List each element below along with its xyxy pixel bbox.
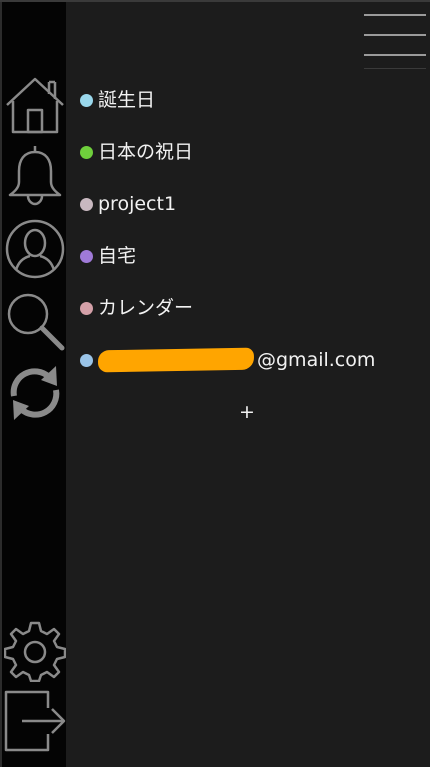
menu-bar bbox=[364, 14, 426, 16]
hamburger-menu-button[interactable] bbox=[364, 10, 426, 68]
calendar-item[interactable]: project1 bbox=[80, 178, 420, 230]
calendar-item[interactable]: 誕生日 bbox=[80, 74, 420, 126]
sidebar-rail bbox=[0, 2, 66, 767]
menu-bar bbox=[364, 34, 426, 36]
calendar-item[interactable]: 日本の祝日 bbox=[80, 126, 420, 178]
calendar-item-account[interactable]: @gmail.com bbox=[80, 334, 420, 386]
add-calendar-button[interactable]: + bbox=[236, 400, 258, 424]
calendar-label: @gmail.com bbox=[257, 349, 376, 371]
calendar-color-dot bbox=[80, 93, 93, 107]
home-icon[interactable] bbox=[4, 74, 66, 136]
gear-icon[interactable] bbox=[4, 620, 66, 682]
bell-icon[interactable] bbox=[4, 144, 66, 206]
profile-icon[interactable] bbox=[4, 218, 66, 280]
calendar-color-dot bbox=[80, 301, 93, 315]
calendar-label: 自宅 bbox=[98, 245, 137, 267]
menu-divider bbox=[364, 68, 426, 69]
calendar-label: カレンダー bbox=[98, 297, 194, 319]
calendar-label: 日本の祝日 bbox=[98, 141, 194, 163]
calendar-item[interactable]: カレンダー bbox=[80, 282, 420, 334]
calendar-drawer: 誕生日 日本の祝日 project1 自宅 カレンダー @gmail.com + bbox=[0, 0, 430, 767]
menu-bar bbox=[364, 54, 426, 56]
calendar-color-dot bbox=[80, 145, 93, 159]
calendar-color-dot bbox=[80, 353, 93, 367]
redaction-mark bbox=[97, 347, 255, 373]
calendar-item[interactable]: 自宅 bbox=[80, 230, 420, 282]
logout-icon[interactable] bbox=[4, 690, 66, 752]
sync-icon[interactable] bbox=[4, 362, 66, 424]
calendar-list: 誕生日 日本の祝日 project1 自宅 カレンダー @gmail.com bbox=[80, 74, 420, 386]
search-icon[interactable] bbox=[4, 290, 66, 352]
calendar-color-dot bbox=[80, 249, 93, 263]
calendar-label: project1 bbox=[98, 193, 177, 215]
calendar-color-dot bbox=[80, 197, 93, 211]
calendar-label: 誕生日 bbox=[98, 89, 156, 111]
